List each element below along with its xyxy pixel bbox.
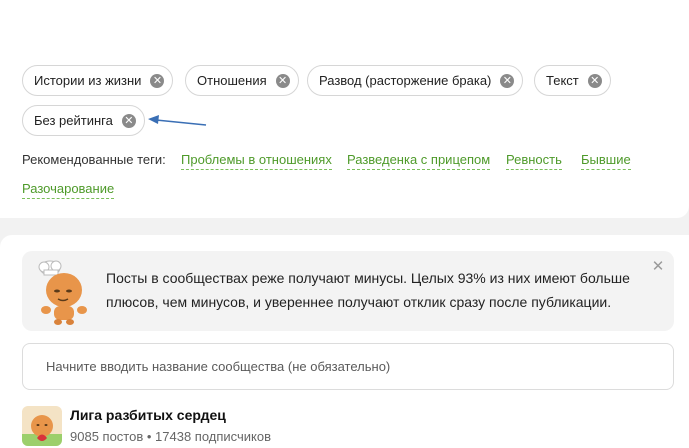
community-avatar[interactable]: [22, 406, 62, 446]
community-search-input[interactable]: [22, 343, 674, 390]
community-name[interactable]: Лига разбитых сердец: [70, 407, 226, 423]
close-icon[interactable]: ✕: [651, 259, 665, 274]
tag-chip-life-stories[interactable]: Истории из жизни ✕: [22, 65, 174, 96]
recommended-tag[interactable]: Разочарование: [22, 181, 115, 199]
recommended-tags-label: Рекомендованные теги:: [22, 152, 166, 167]
arrow-annotation-icon: [148, 115, 207, 126]
tag-label: Отношения: [197, 73, 267, 88]
remove-tag-icon[interactable]: ✕: [275, 73, 290, 88]
remove-tag-icon[interactable]: ✕: [500, 73, 515, 88]
remove-tag-icon[interactable]: ✕: [121, 113, 136, 128]
mascot-icon: [38, 260, 87, 325]
recommended-tag[interactable]: Ревность: [506, 152, 562, 170]
community-stats: 9085 постов • 17438 подписчиков: [70, 429, 272, 444]
tag-label: Развод (расторжение брака): [319, 73, 492, 88]
remove-tag-icon[interactable]: ✕: [150, 73, 165, 88]
tag-label: Текст: [546, 73, 579, 88]
recommended-tag[interactable]: Проблемы в отношениях: [181, 152, 332, 170]
recommended-tag[interactable]: Бывшие: [581, 152, 631, 170]
tag-label: Без рейтинга: [34, 113, 113, 128]
tag-chip-divorce[interactable]: Развод (расторжение брака) ✕: [307, 65, 524, 96]
tag-chip-text[interactable]: Текст ✕: [534, 65, 611, 96]
info-text: Посты в сообществах реже получают минусы…: [106, 270, 630, 310]
remove-tag-icon[interactable]: ✕: [587, 73, 602, 88]
tag-chip-no-rating[interactable]: Без рейтинга ✕: [22, 105, 145, 136]
tag-chip-relationships[interactable]: Отношения ✕: [185, 65, 299, 96]
tag-label: Истории из жизни: [34, 73, 142, 88]
recommended-tag[interactable]: Разведенка с прицепом: [347, 152, 491, 170]
